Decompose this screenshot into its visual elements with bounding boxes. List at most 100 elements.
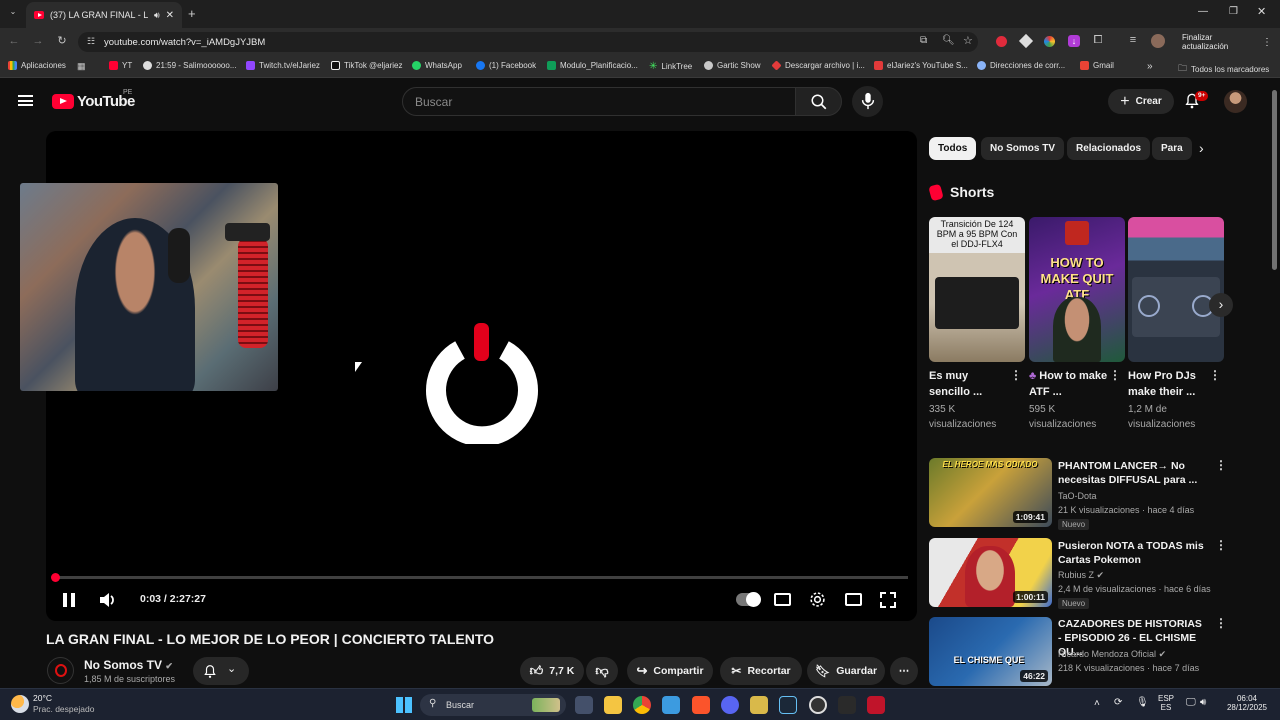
windows-start-icon[interactable] (396, 697, 412, 713)
chip-todos[interactable]: Todos (929, 137, 977, 160)
video-menu-kebab-icon[interactable]: ⋮ (1215, 459, 1227, 471)
video-menu-kebab-icon[interactable]: ⋮ (1215, 617, 1227, 629)
chip-no-somos-tv[interactable]: No Somos TV (981, 137, 1065, 160)
settings-gear-icon[interactable] (809, 591, 826, 608)
create-button[interactable]: + Crear (1108, 89, 1174, 114)
taskbar-app-icon[interactable] (750, 696, 768, 714)
new-tab-button[interactable]: + (188, 6, 196, 21)
video-thumbnail[interactable]: EL CHISME QUE 46:22 (929, 617, 1052, 686)
search-button[interactable] (795, 87, 842, 116)
bookmark-item[interactable]: (1) Facebook (476, 61, 536, 70)
extensions-puzzle-icon[interactable]: ⧠ (1090, 34, 1106, 47)
share-button[interactable]: ↪ Compartir (627, 657, 713, 685)
short-menu-kebab-icon[interactable]: ⋮ (1010, 369, 1022, 381)
back-icon[interactable]: ← (6, 35, 22, 47)
speaker-icon[interactable]: 🔊︎ (154, 10, 160, 21)
obs-icon[interactable] (809, 696, 827, 714)
short-title[interactable]: How Pro DJs make their ... (1128, 368, 1208, 400)
taskbar-search[interactable]: ⚲ Buscar (420, 694, 566, 716)
install-icon[interactable]: ⧉ (920, 35, 927, 46)
bookmark-item[interactable]: 21:59 - Salimoooooo... (143, 61, 237, 70)
taskbar-app-icon[interactable] (867, 696, 885, 714)
dislike-button[interactable]: 👎︎ (586, 657, 618, 685)
short-thumbnail[interactable]: HOW TO MAKE QUIT ATF (1029, 217, 1125, 362)
search-input[interactable]: Buscar (402, 87, 796, 116)
video-thumbnail[interactable]: EL HEROE MAS ODIADO 1:09:41 (929, 458, 1052, 527)
minimize-button[interactable]: — (1198, 6, 1208, 17)
fullscreen-icon[interactable] (880, 592, 896, 608)
shorts-next-button[interactable]: › (1209, 293, 1233, 317)
short-title[interactable]: Es muy sencillo ... (929, 368, 1009, 400)
bookmark-item[interactable]: Aplicaciones (8, 61, 66, 70)
extension-download-icon[interactable]: ↓ (1068, 35, 1080, 47)
epic-games-icon[interactable] (838, 696, 856, 714)
steam-icon[interactable] (779, 696, 797, 714)
chips-next-chevron-icon[interactable]: › (1199, 140, 1204, 156)
video-channel[interactable]: TaO-Dota (1058, 489, 1097, 503)
voice-search-button[interactable] (852, 86, 883, 117)
bookmarks-overflow-icon[interactable]: » (1147, 61, 1153, 72)
tray-chevron-up-icon[interactable]: ˄ (1094, 698, 1100, 709)
network-icon[interactable]: 🖵︎ (1186, 697, 1196, 708)
chip-para[interactable]: Para (1152, 137, 1192, 160)
site-info-icon[interactable]: ☷ (87, 36, 95, 47)
extension-diamond-icon[interactable] (1018, 33, 1034, 49)
video-thumbnail[interactable]: 1:00:11 (929, 538, 1052, 607)
video-menu-kebab-icon[interactable]: ⋮ (1215, 539, 1227, 551)
discord-icon[interactable] (721, 696, 739, 714)
pause-icon[interactable] (62, 592, 76, 608)
tray-mic-icon[interactable]: 🎙︎ (1136, 697, 1149, 708)
extension-red-icon[interactable] (996, 36, 1007, 47)
clock[interactable]: 06:04 28/12/2025 (1224, 694, 1270, 712)
keyboard-language[interactable]: ESP ES (1158, 694, 1174, 712)
bookmark-item[interactable]: Twitch.tv/elJariez (246, 61, 320, 70)
file-explorer-icon[interactable] (604, 696, 622, 714)
zoom-icon[interactable]: 🔍︎ (942, 35, 955, 46)
bookmark-item[interactable]: Direcciones de corr... (977, 61, 1065, 70)
video-channel[interactable]: Ricardo Mendoza Oficial ✔︎ (1058, 647, 1166, 661)
bookmark-item[interactable]: Gmail (1080, 61, 1114, 70)
video-title-item[interactable]: PHANTOM LANCER→ No necesitas DIFFUSAL pa… (1058, 459, 1208, 487)
brave-icon[interactable] (692, 696, 710, 714)
short-thumbnail[interactable]: Transición De 124 BPM a 95 BPM Con el DD… (929, 217, 1025, 362)
notification-bell-button[interactable]: ⌄ (193, 657, 249, 685)
browser-tab[interactable]: (37) LA GRAN FINAL - LO M 🔊︎ ✕ (26, 2, 182, 28)
clip-button[interactable]: ✂ Recortar (720, 657, 802, 685)
short-menu-kebab-icon[interactable]: ⋮ (1209, 369, 1221, 381)
reload-icon[interactable]: ↻ (54, 34, 70, 47)
extension-color-icon[interactable] (1044, 36, 1055, 47)
channel-name[interactable]: No Somos TV ✔︎ (84, 658, 173, 672)
bookmark-item[interactable]: elJariez's YouTube S... (874, 61, 968, 70)
all-bookmarks[interactable]: 🗀︎ Todos los marcadores (1178, 61, 1269, 77)
tab-search-button[interactable]: ⌄ (6, 7, 20, 21)
bookmark-item[interactable]: ▦ (77, 61, 86, 72)
bookmark-item[interactable]: WhatsApp (412, 61, 462, 70)
chip-relacionados[interactable]: Relacionados (1067, 137, 1151, 160)
address-bar[interactable]: ☷ youtube.com/watch?v=_iAMDgJYJBM ⧉ 🔍︎ ☆ (78, 32, 978, 52)
short-title[interactable]: ♣ How to make ATF ... (1029, 368, 1109, 400)
close-window-button[interactable]: ✕ (1257, 5, 1266, 18)
autoplay-toggle[interactable] (736, 592, 761, 607)
progress-bar[interactable] (55, 576, 908, 579)
volume-icon[interactable] (99, 592, 117, 608)
save-button[interactable]: 🔖︎ Guardar (807, 657, 885, 685)
progress-scrubber[interactable] (51, 573, 60, 582)
bookmark-item[interactable]: YT (109, 61, 132, 70)
bookmark-item[interactable]: ✳ LinkTree (649, 61, 692, 72)
bookmark-item[interactable]: Gartic Show (704, 61, 761, 70)
close-tab-icon[interactable]: ✕ (166, 10, 174, 21)
theater-mode-icon[interactable] (845, 593, 862, 606)
bookmark-item[interactable]: Modulo_Planificacio... (547, 61, 638, 70)
reading-list-icon[interactable]: ≡ (1125, 34, 1141, 46)
restore-button[interactable]: ❐ (1229, 6, 1238, 17)
more-actions-button[interactable]: ⋯ (890, 657, 918, 685)
subtitles-icon[interactable] (774, 593, 791, 606)
profile-avatar[interactable] (1151, 34, 1165, 48)
short-menu-kebab-icon[interactable]: ⋮ (1109, 369, 1121, 381)
weather-icon[interactable] (11, 695, 29, 713)
bookmark-item[interactable]: Descargar archivo | i... (771, 60, 865, 71)
video-channel[interactable]: Rubius Z ✔︎ (1058, 568, 1104, 582)
like-button[interactable]: 👍︎ 7,7 K (520, 657, 584, 685)
bookmark-item[interactable]: TikTok @eljariez (331, 61, 403, 70)
tray-app-icon[interactable]: ⟳ (1114, 697, 1122, 708)
